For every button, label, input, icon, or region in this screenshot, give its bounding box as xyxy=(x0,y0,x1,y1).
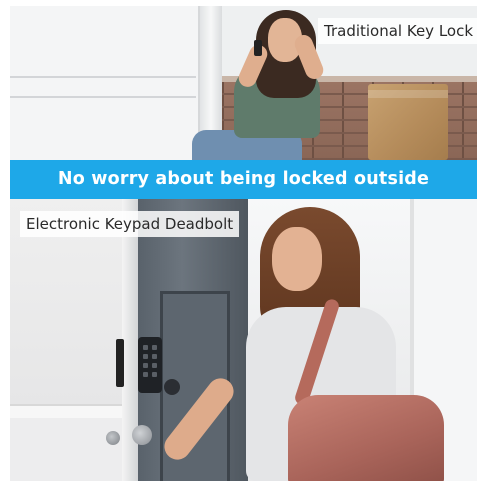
keypad-key xyxy=(152,363,157,368)
package-box xyxy=(368,84,448,160)
garage-door xyxy=(10,6,201,160)
traditional-lock-label: Traditional Key Lock xyxy=(318,18,477,44)
keypad-key xyxy=(143,372,148,377)
keypad-deadbolt-label: Electronic Keypad Deadbolt xyxy=(20,211,240,237)
outside-door-knob xyxy=(132,425,152,445)
comparison-graphic: Traditional Key Lock No worry about bein… xyxy=(10,6,477,481)
wainscot-panel xyxy=(10,418,135,481)
inside-door-knob xyxy=(106,431,120,445)
tote-bag xyxy=(288,395,444,481)
keypad-key xyxy=(143,354,148,359)
keypad-deadbolt-photo: Electronic Keypad Deadbolt xyxy=(10,199,477,481)
phone-icon xyxy=(254,40,262,56)
keypad-key xyxy=(152,345,157,350)
keypad-key xyxy=(152,354,157,359)
keypad-key xyxy=(143,363,148,368)
traditional-lock-photo: Traditional Key Lock xyxy=(10,6,477,160)
woman-face xyxy=(272,227,322,291)
headline-text: No worry about being locked outside xyxy=(57,169,430,189)
inside-lock-plate xyxy=(116,339,124,387)
deadbolt-knob xyxy=(164,379,180,395)
keypad-deadbolt-icon xyxy=(138,337,162,393)
headline-banner: No worry about being locked outside xyxy=(10,160,477,199)
keypad-key xyxy=(143,345,148,350)
door-slat xyxy=(10,96,196,98)
keypad-key xyxy=(152,372,157,377)
door-slat xyxy=(10,76,196,78)
